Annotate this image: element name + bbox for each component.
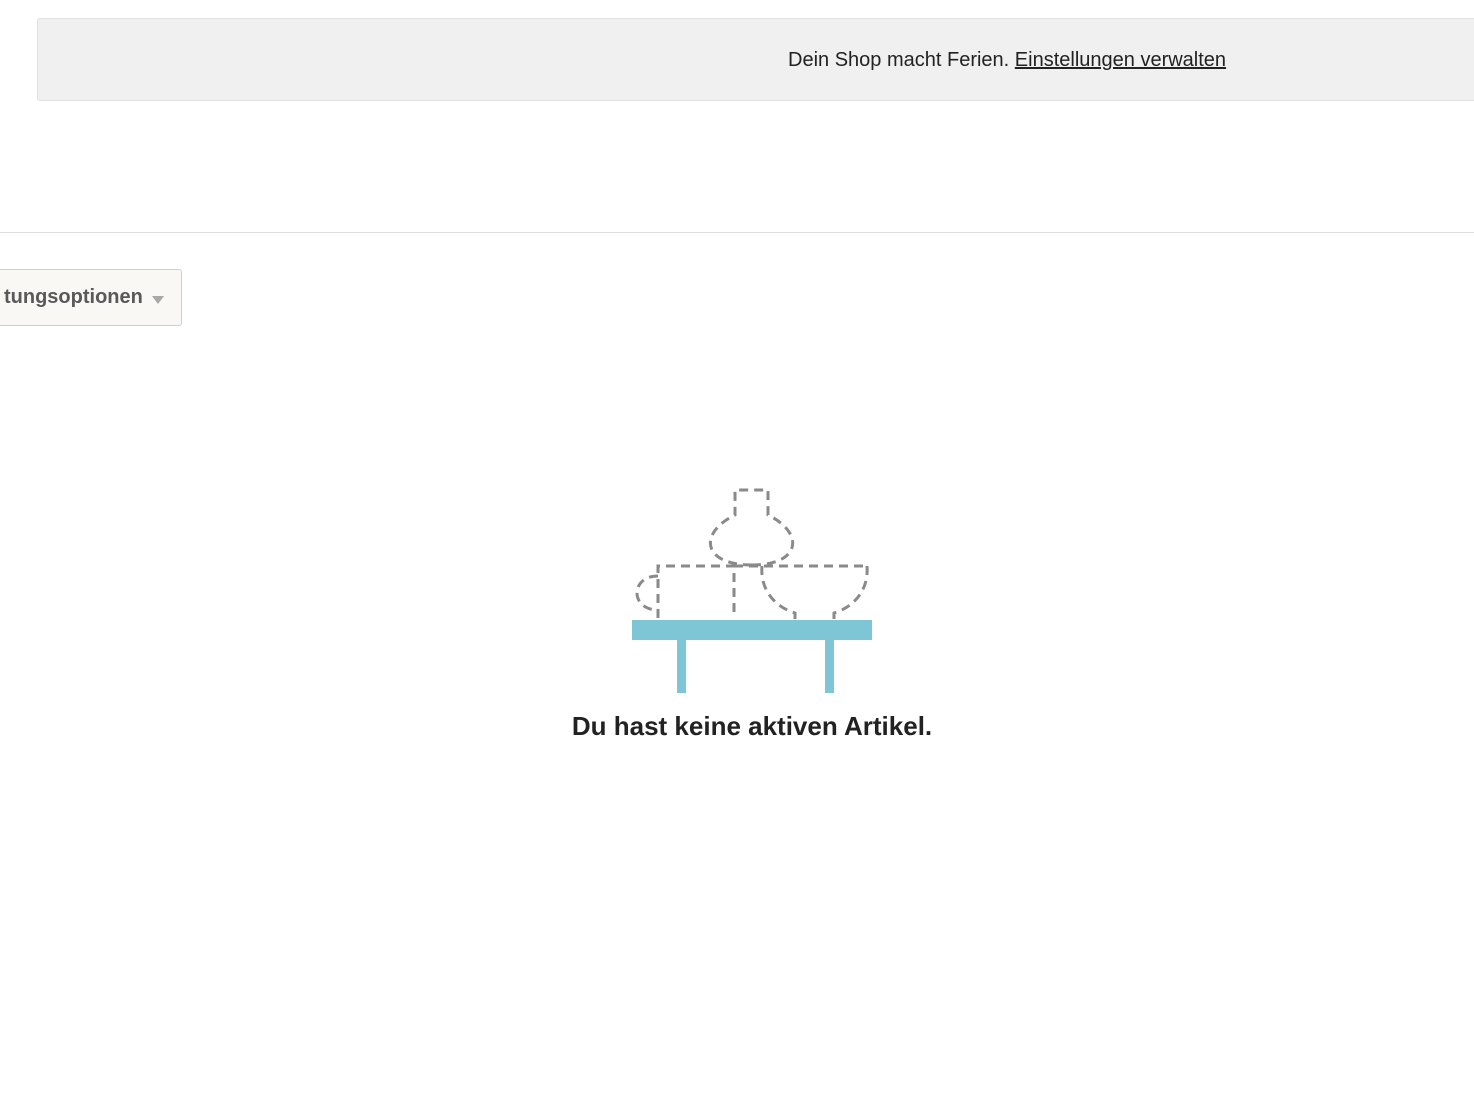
vacation-banner-text: Dein Shop macht Ferien. Einstellungen ve… (788, 19, 1226, 102)
header-divider (0, 232, 1474, 233)
sort-options-dropdown[interactable]: tungsoptionen (0, 269, 182, 326)
page: Dein Shop macht Ferien. Einstellungen ve… (0, 0, 1474, 1111)
vacation-message: Dein Shop macht Ferien. (788, 49, 1010, 71)
sort-options-label: tungsoptionen (4, 286, 143, 308)
empty-shelf-icon (632, 488, 872, 693)
caret-down-icon (152, 295, 164, 304)
manage-settings-link[interactable]: Einstellungen verwalten (1015, 49, 1226, 71)
vacation-mode-banner: Dein Shop macht Ferien. Einstellungen ve… (37, 18, 1474, 101)
empty-state-message: Du hast keine aktiven Artikel. (571, 711, 933, 741)
